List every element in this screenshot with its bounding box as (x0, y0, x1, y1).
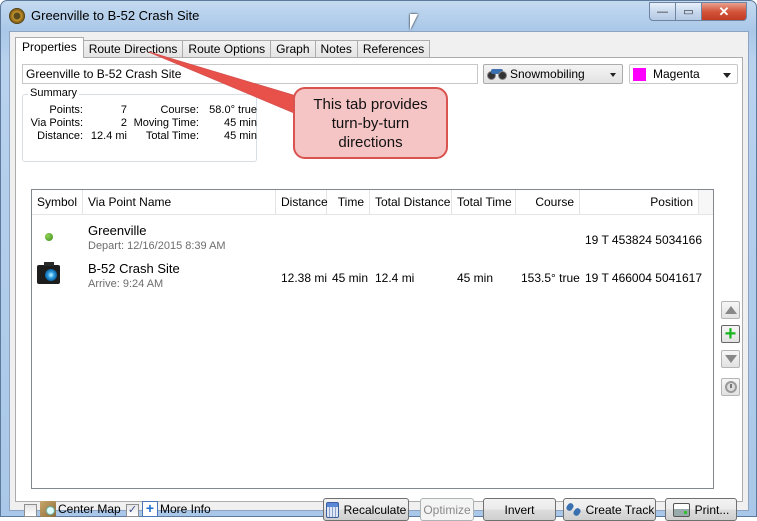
callout-line-1: This tab provides (313, 96, 428, 113)
callout-line-3: directions (338, 134, 403, 151)
callout-pointer (148, 51, 307, 116)
callout-pointer-shape (148, 51, 307, 116)
annotation-callout: This tab provides turn-by-turn direction… (293, 87, 448, 159)
route-properties-window: Greenville to B-52 Crash Site — ▭ ✕ Prop… (0, 0, 757, 521)
callout-line-2: turn-by-turn (331, 115, 410, 132)
